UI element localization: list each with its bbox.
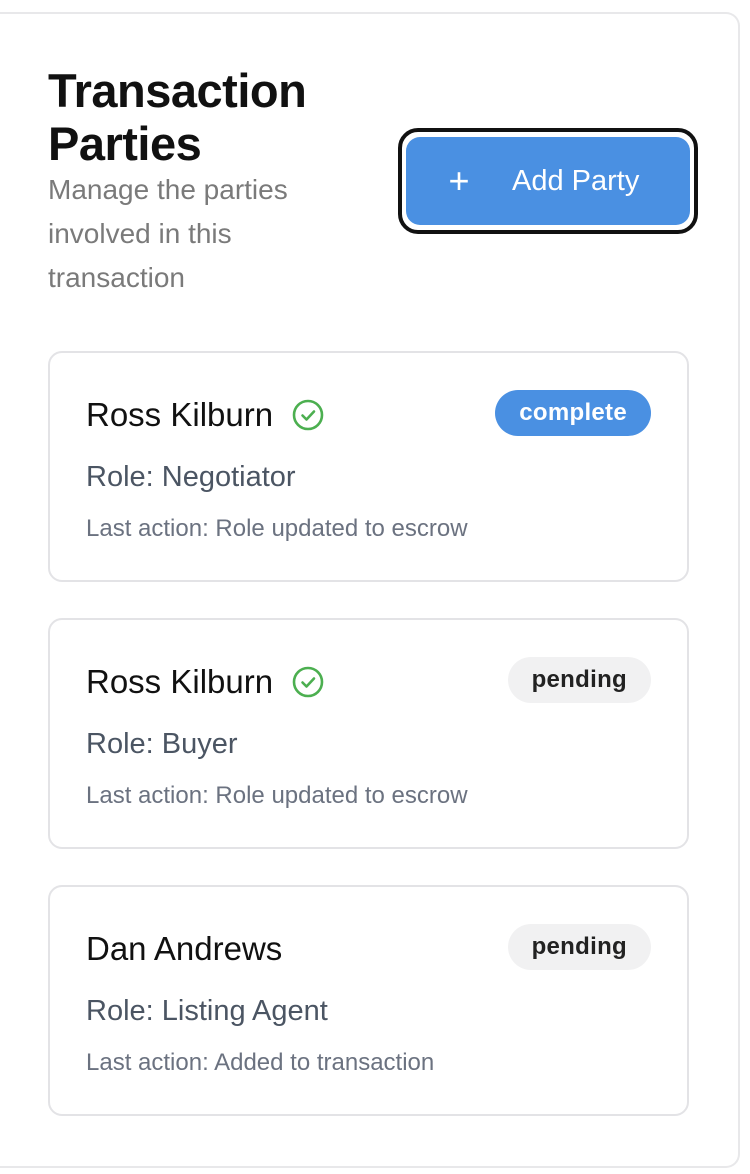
party-name: Ross Kilburn bbox=[86, 663, 274, 700]
party-last-action: Last action: Added to transaction bbox=[86, 1049, 435, 1076]
party-name: Ross Kilburn bbox=[86, 396, 274, 433]
party-name-row: Dan Andrews bbox=[86, 927, 282, 971]
party-role: Role: Negotiator bbox=[86, 461, 296, 493]
party-last-action: Last action: Role updated to escrow bbox=[86, 515, 468, 542]
party-card[interactable]: Dan Andrews pending Role: Listing Agent … bbox=[48, 885, 689, 1116]
party-name-row: Ross Kilburn bbox=[86, 660, 325, 704]
party-last-action: Last action: Role updated to escrow bbox=[86, 782, 468, 809]
party-role: Role: Buyer bbox=[86, 728, 238, 760]
add-party-button[interactable]: + Add Party bbox=[406, 137, 690, 225]
add-party-button-label: Add Party bbox=[512, 164, 640, 197]
page-title: Transaction Parties bbox=[48, 64, 307, 170]
plus-icon: + bbox=[448, 160, 470, 201]
check-circle-icon bbox=[292, 399, 324, 431]
status-badge: pending bbox=[507, 657, 651, 703]
status-badge: complete bbox=[495, 390, 651, 436]
check-circle-icon bbox=[292, 666, 324, 698]
status-badge: pending bbox=[507, 924, 651, 970]
party-role: Role: Listing Agent bbox=[86, 995, 328, 1027]
page-subtitle: Manage the parties involved in this tran… bbox=[48, 174, 288, 293]
party-name: Dan Andrews bbox=[86, 930, 283, 967]
party-card[interactable]: Ross Kilburn complete Role: Negotiator L… bbox=[48, 351, 689, 582]
party-card[interactable]: Ross Kilburn pending Role: Buyer Last ac… bbox=[48, 618, 689, 849]
party-name-row: Ross Kilburn bbox=[86, 393, 325, 437]
